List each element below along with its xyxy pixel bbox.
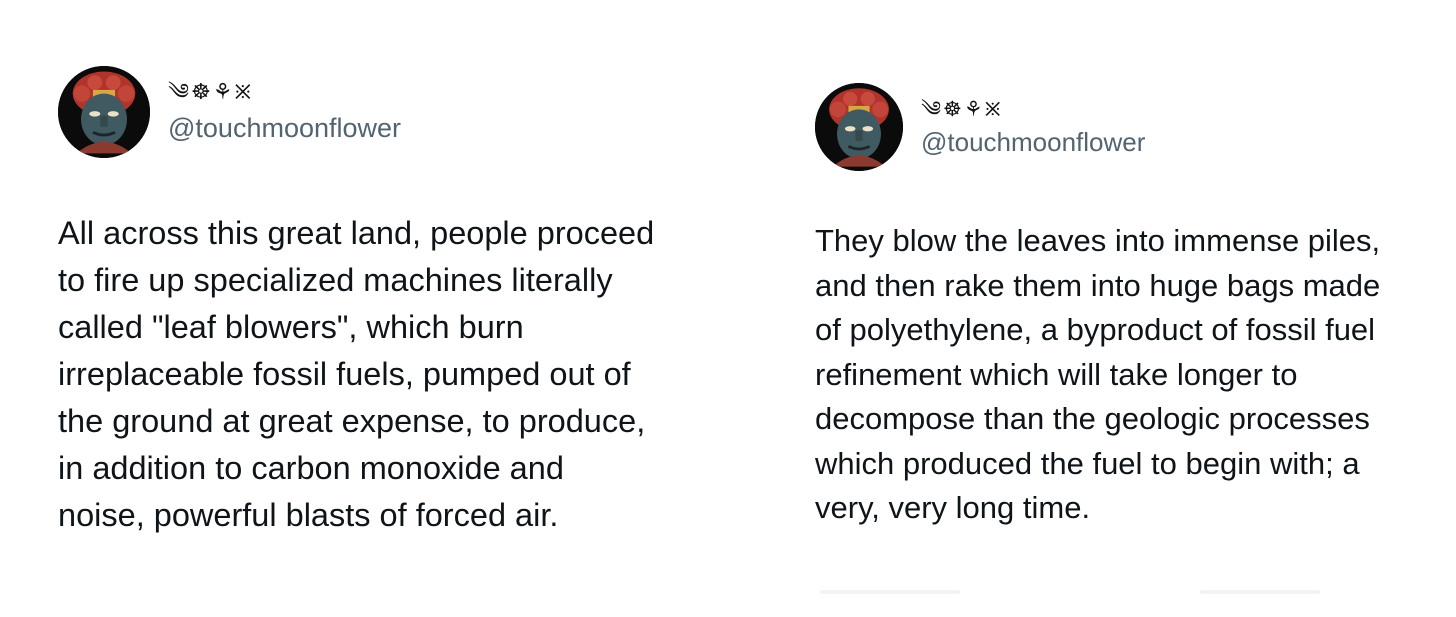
tweet-header: ༄☸⚘྿ @touchmoonflower [58,66,718,158]
user-handle[interactable]: @touchmoonflower [168,112,401,144]
avatar[interactable] [815,83,903,171]
deity-statue-icon [815,83,903,171]
divider [820,590,960,594]
tweet-text: They blow the leaves into immense piles,… [815,223,1381,525]
user-handle[interactable]: @touchmoonflower [921,126,1145,158]
tweet-header: ༄☸⚘྿ @touchmoonflower [815,83,1445,171]
tweet-card-left: ༄☸⚘྿ @touchmoonflower All across this gr… [58,66,718,539]
tweet-card-right: ༄☸⚘྿ @touchmoonflower They blow the leav… [815,83,1445,531]
deity-statue-icon [58,66,150,158]
tweet-text: All across this great land, people proce… [58,215,655,533]
divider [1200,590,1320,594]
avatar[interactable] [58,66,150,158]
display-name[interactable]: ༄☸⚘྿ [921,96,1145,122]
display-name[interactable]: ༄☸⚘྿ [168,80,401,106]
